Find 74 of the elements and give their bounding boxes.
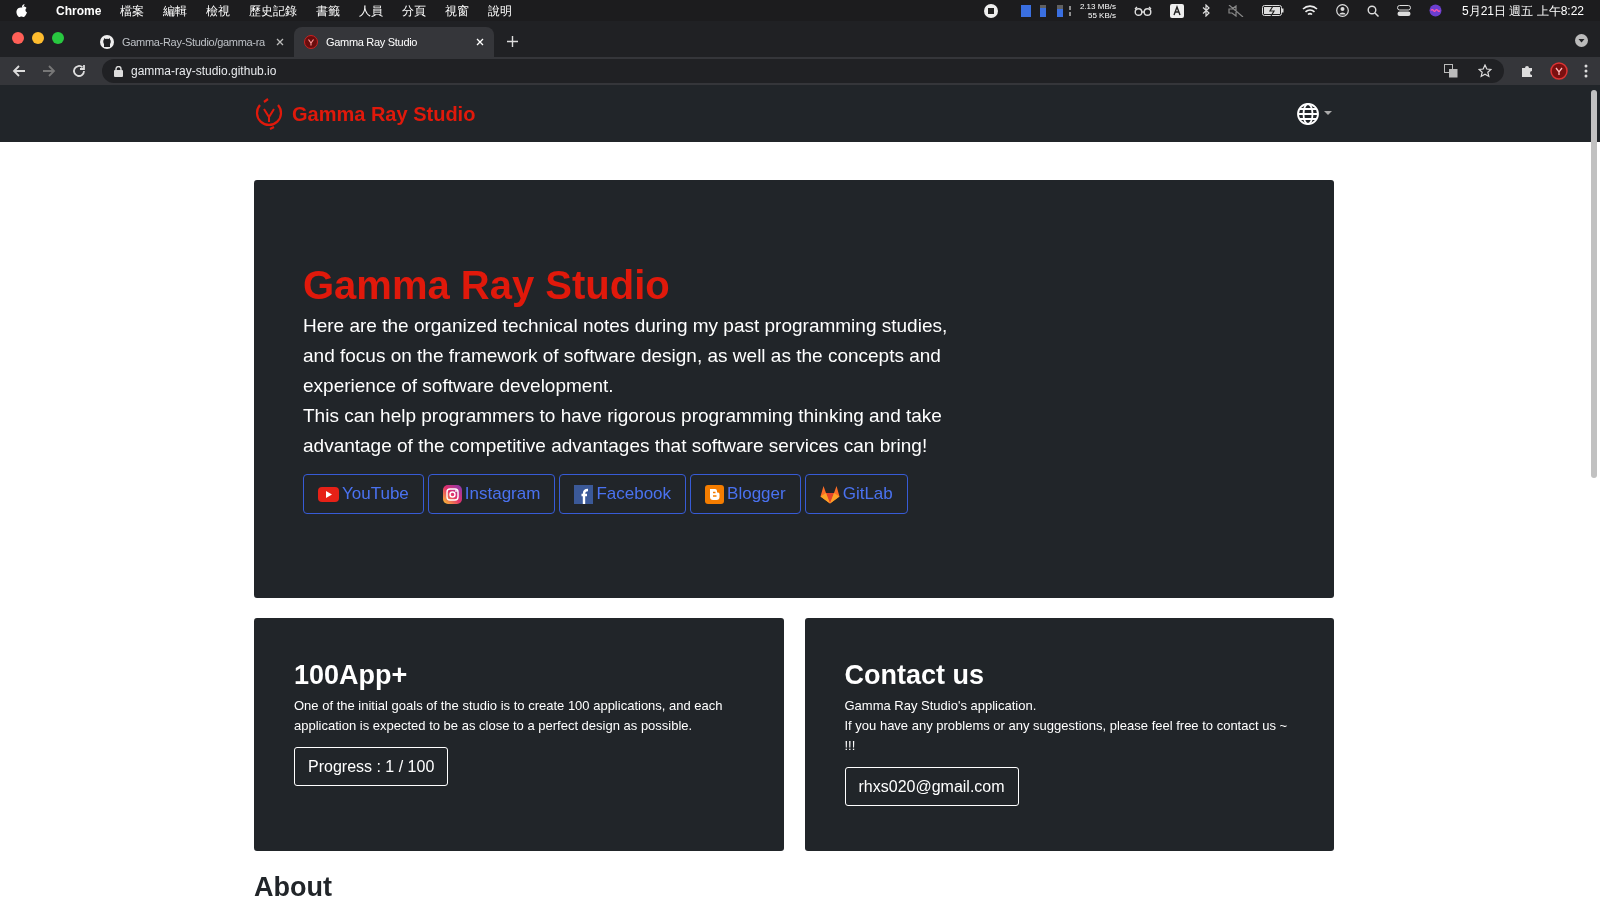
language-dropdown[interactable] (1296, 101, 1332, 126)
maximize-window-button[interactable] (52, 32, 64, 44)
hero-paragraph: Here are the organized technical notes during my past programming studies, and focus on the framework of software design, as well as the concepts and experience of software development. (303, 314, 949, 398)
camera-icon (442, 484, 462, 504)
app-menu[interactable]: Chrome (56, 1, 102, 20)
menu-item[interactable]: 書籤 (316, 1, 341, 20)
glasses-icon[interactable] (1133, 5, 1152, 16)
reload-icon[interactable] (72, 64, 86, 78)
social-link-button[interactable]: Blogger (690, 474, 801, 514)
blog-square-icon (705, 484, 725, 504)
close-icon[interactable] (276, 38, 284, 46)
globe-icon (1296, 101, 1320, 126)
section-heading: About (254, 871, 333, 900)
play-icon (318, 486, 339, 502)
hero-paragraph: This can help programmers to have rigorous programming thinking and take advantage of the competitive advantages that software services can bring! (303, 404, 943, 458)
card-title: Contact us (844, 659, 985, 692)
tab-title: Gamma-Ray-Studio/gamma-ra (122, 34, 266, 50)
card-button[interactable]: rhxs020@gmail.com (844, 767, 1019, 806)
caret-icon (1324, 111, 1332, 116)
keyboard-input-icon[interactable] (1169, 3, 1184, 18)
address-field[interactable]: gamma-ray-studio.github.io (102, 59, 1504, 83)
social-link-button[interactable]: YouTube (303, 474, 424, 514)
cat-silhouette-icon (100, 35, 114, 49)
social-square-icon (574, 484, 594, 504)
puzzle-icon[interactable] (1520, 64, 1534, 78)
social-link-button[interactable]: GitLab (804, 474, 908, 514)
site-logo-icon (304, 35, 318, 49)
forward-icon[interactable] (42, 64, 56, 78)
stop-icon[interactable] (983, 3, 998, 18)
lock-icon (114, 65, 123, 77)
menu-item[interactable]: 說明 (488, 1, 513, 20)
browser-tab[interactable]: Gamma-Ray-Studio/gamma-ra (90, 27, 294, 57)
control-center-icon[interactable] (1396, 4, 1411, 17)
profile-icon[interactable] (1550, 62, 1568, 80)
card-button[interactable]: Progress : 1 / 100 (294, 747, 449, 786)
menu-item[interactable]: 歷史記錄 (249, 1, 298, 20)
battery-icon[interactable] (1261, 5, 1284, 16)
tab-title: Gamma Ray Studio (326, 34, 419, 50)
back-icon[interactable] (12, 64, 26, 78)
star-icon[interactable] (1478, 64, 1492, 78)
menu-item[interactable]: 人員 (359, 1, 384, 20)
menu-item[interactable]: 分頁 (402, 1, 427, 20)
siri-icon[interactable] (1428, 4, 1442, 17)
hero-title: Gamma Ray Studio (303, 262, 671, 309)
card-title: 100App+ (294, 659, 409, 692)
url-text: gamma-ray-studio.github.io (131, 63, 277, 80)
close-window-button[interactable] (12, 32, 24, 44)
social-link-button[interactable]: Facebook (559, 474, 687, 514)
bluetooth-icon[interactable] (1201, 4, 1210, 17)
minimize-window-button[interactable] (32, 32, 44, 44)
more-icon[interactable] (1584, 64, 1588, 78)
network-speed: 55 KB/s (1087, 10, 1116, 20)
menu-item[interactable]: 視窗 (445, 1, 470, 20)
menu-item[interactable]: 檔案 (120, 1, 145, 20)
network-speed: 2.13 MB/s (1079, 1, 1116, 11)
card-text: If you have any problems or any suggestions, please feel free to contact us ~ !!! (844, 717, 1289, 755)
card-text: Gamma Ray Studio's application. (844, 697, 1038, 715)
menu-item[interactable]: 編輯 (163, 1, 188, 20)
menu-item[interactable]: 檢視 (206, 1, 231, 20)
tab-search-icon[interactable] (1575, 34, 1588, 47)
fox-head-icon (819, 484, 840, 504)
wifi-icon[interactable] (1301, 4, 1318, 17)
menu-clock[interactable]: 5月21日 週五 上午8:22 (1461, 1, 1584, 20)
user-icon[interactable] (1335, 4, 1349, 17)
mute-icon[interactable] (1227, 4, 1244, 17)
new-tab-icon[interactable] (507, 36, 518, 47)
gamma-logo-icon[interactable] (254, 97, 284, 130)
browser-tab[interactable]: Gamma Ray Studio (294, 27, 494, 57)
search-icon[interactable] (1366, 4, 1379, 17)
apple-icon[interactable] (16, 3, 28, 18)
scrollbar-thumb[interactable] (1591, 90, 1597, 478)
translate-icon[interactable] (1444, 64, 1458, 78)
card-text: One of the initial goals of the studio is to create 100 applications, and each application is expected to be as close to a perfect design as possible. (294, 697, 724, 735)
social-link-button[interactable]: Instagram (427, 474, 556, 514)
